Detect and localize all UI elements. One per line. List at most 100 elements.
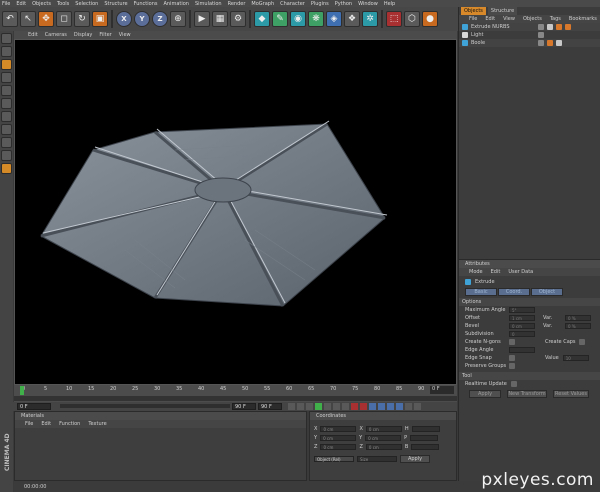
coordinate-mode-dropdown[interactable]: Object (Rel) — [314, 455, 354, 462]
size-x-field[interactable]: 0 cm — [365, 425, 402, 432]
texture-mode-icon[interactable] — [1, 98, 12, 109]
tab-coord[interactable]: Coord. — [498, 288, 530, 296]
bevel-field[interactable]: 0 cm — [509, 323, 535, 329]
tab-object[interactable]: Object — [531, 288, 563, 296]
objects-menu-file[interactable]: File — [469, 16, 477, 22]
menu-objects[interactable]: Objects — [32, 1, 51, 7]
rotation-b-field[interactable] — [411, 443, 440, 450]
workplane-icon[interactable] — [1, 111, 12, 122]
record-icon[interactable]: ● — [422, 11, 438, 27]
timeline-frame-field[interactable]: 0 F — [430, 386, 454, 394]
objects-menu-tags[interactable]: Tags — [550, 16, 561, 22]
play-icon[interactable] — [315, 403, 322, 410]
cube-primitive-icon[interactable]: ◆ — [254, 11, 270, 27]
menu-selection[interactable]: Selection — [75, 1, 98, 7]
playhead[interactable] — [20, 386, 24, 395]
edge-angle-field[interactable] — [509, 347, 535, 353]
go-to-start-icon[interactable] — [288, 403, 295, 410]
menu-edit[interactable]: Edit — [16, 1, 26, 7]
tweak-mode-icon[interactable] — [1, 137, 12, 148]
reset-values-button[interactable]: Reset Values — [553, 390, 589, 398]
size-mode-dropdown[interactable]: Size — [357, 455, 397, 462]
new-transform-button[interactable]: New Transform — [507, 390, 547, 398]
next-frame-icon[interactable] — [324, 403, 331, 410]
previous-frame-icon[interactable] — [306, 403, 313, 410]
go-to-end-icon[interactable] — [342, 403, 349, 410]
use-polygons-icon[interactable] — [1, 85, 12, 96]
list-item[interactable]: Boole — [459, 39, 600, 47]
use-edges-icon[interactable] — [1, 72, 12, 83]
objects-menu-edit[interactable]: Edit — [485, 16, 495, 22]
apply-tool-button[interactable]: Apply — [469, 390, 501, 398]
timeline[interactable]: 0 5 10 15 20 25 30 35 40 45 50 55 60 65 … — [14, 385, 457, 402]
menu-render[interactable]: Render — [228, 1, 246, 7]
rotate-tool-icon[interactable]: ↻ — [74, 11, 90, 27]
axis-mode-icon[interactable] — [1, 124, 12, 135]
visibility-toggle-icon[interactable] — [538, 32, 544, 38]
3d-viewport[interactable] — [14, 39, 457, 385]
viewport-menu-edit[interactable]: Edit — [28, 32, 38, 38]
create-caps-checkbox[interactable] — [578, 339, 585, 345]
x-axis-lock-icon[interactable]: X — [116, 11, 132, 27]
render-picture-viewer-icon[interactable]: ▦ — [212, 11, 228, 27]
current-frame-field[interactable]: 0 F — [17, 403, 51, 410]
render-view-icon[interactable]: ▶ — [194, 11, 210, 27]
render-settings-icon[interactable]: ⚙ — [230, 11, 246, 27]
objects-menu-objects[interactable]: Objects — [523, 16, 542, 22]
rotation-p-field[interactable] — [410, 434, 439, 441]
z-axis-lock-icon[interactable]: Z — [152, 11, 168, 27]
viewport-menu-display[interactable]: Display — [74, 32, 92, 38]
material-tag-icon[interactable] — [547, 24, 553, 30]
menu-character[interactable]: Character — [280, 1, 305, 7]
menu-structure[interactable]: Structure — [104, 1, 127, 7]
materials-menu-function[interactable]: Function — [59, 421, 80, 427]
phong-tag-icon[interactable] — [556, 24, 562, 30]
light-icon[interactable]: ✲ — [362, 11, 378, 27]
menu-file[interactable]: File — [2, 1, 10, 7]
frame-range-slider[interactable] — [60, 404, 230, 408]
objects-menu-view[interactable]: View — [503, 16, 515, 22]
attributes-menu-edit[interactable]: Edit — [491, 269, 501, 275]
attributes-menu-user-data[interactable]: User Data — [508, 269, 533, 275]
tab-basic[interactable]: Basic — [465, 288, 497, 296]
scale-tool-icon[interactable]: ◻ — [56, 11, 72, 27]
previous-key-icon[interactable] — [297, 403, 304, 410]
preserve-groups-checkbox[interactable] — [509, 363, 515, 369]
undo-icon[interactable]: ↶ — [2, 11, 18, 27]
menu-animation[interactable]: Animation — [163, 1, 189, 7]
materials-menu-file[interactable]: File — [25, 421, 33, 427]
texture-tag-icon[interactable] — [565, 24, 571, 30]
autokey-icon[interactable] — [360, 403, 367, 410]
position-x-field[interactable]: 0 cm — [320, 425, 357, 432]
point-level-animation-icon[interactable] — [414, 403, 421, 410]
viewport-menu-view[interactable]: View — [119, 32, 131, 38]
subdivision-field[interactable]: 0 — [509, 331, 535, 337]
menu-tools[interactable]: Tools — [57, 1, 69, 7]
recent-tool-icon[interactable]: ▣ — [92, 11, 108, 27]
bevel-var-field[interactable]: 0 % — [565, 323, 591, 329]
phong-tag-icon[interactable] — [547, 40, 553, 46]
record-key-icon[interactable] — [351, 403, 358, 410]
rotation-h-field[interactable] — [411, 425, 440, 432]
snap-icon[interactable]: ⬡ — [404, 11, 420, 27]
menu-functions[interactable]: Functions — [134, 1, 158, 7]
timeline-scrollbar[interactable] — [14, 396, 457, 401]
end-frame-field-a[interactable]: 90 F — [232, 403, 256, 410]
maximum-angle-field[interactable]: 5° — [509, 307, 535, 313]
use-points-icon[interactable] — [1, 59, 12, 70]
menu-window[interactable]: Window — [358, 1, 378, 7]
scene-icon[interactable]: ❖ — [344, 11, 360, 27]
materials-menu-edit[interactable]: Edit — [41, 421, 51, 427]
position-y-field[interactable]: 0 cm — [320, 434, 357, 441]
end-frame-field-b[interactable]: 90 F — [258, 403, 282, 410]
keyframe-selection-icon[interactable] — [369, 403, 376, 410]
parameter-key-icon[interactable] — [405, 403, 412, 410]
scale-key-icon[interactable] — [387, 403, 394, 410]
position-key-icon[interactable] — [378, 403, 385, 410]
attributes-menu-mode[interactable]: Mode — [469, 269, 483, 275]
tab-structure[interactable]: Structure — [487, 7, 518, 15]
menu-mograph[interactable]: MoGraph — [251, 1, 274, 7]
checker-tag-icon[interactable] — [556, 40, 562, 46]
editable-icon[interactable]: ⬚ — [386, 11, 402, 27]
list-item[interactable]: Extrude NURBS — [459, 23, 600, 31]
